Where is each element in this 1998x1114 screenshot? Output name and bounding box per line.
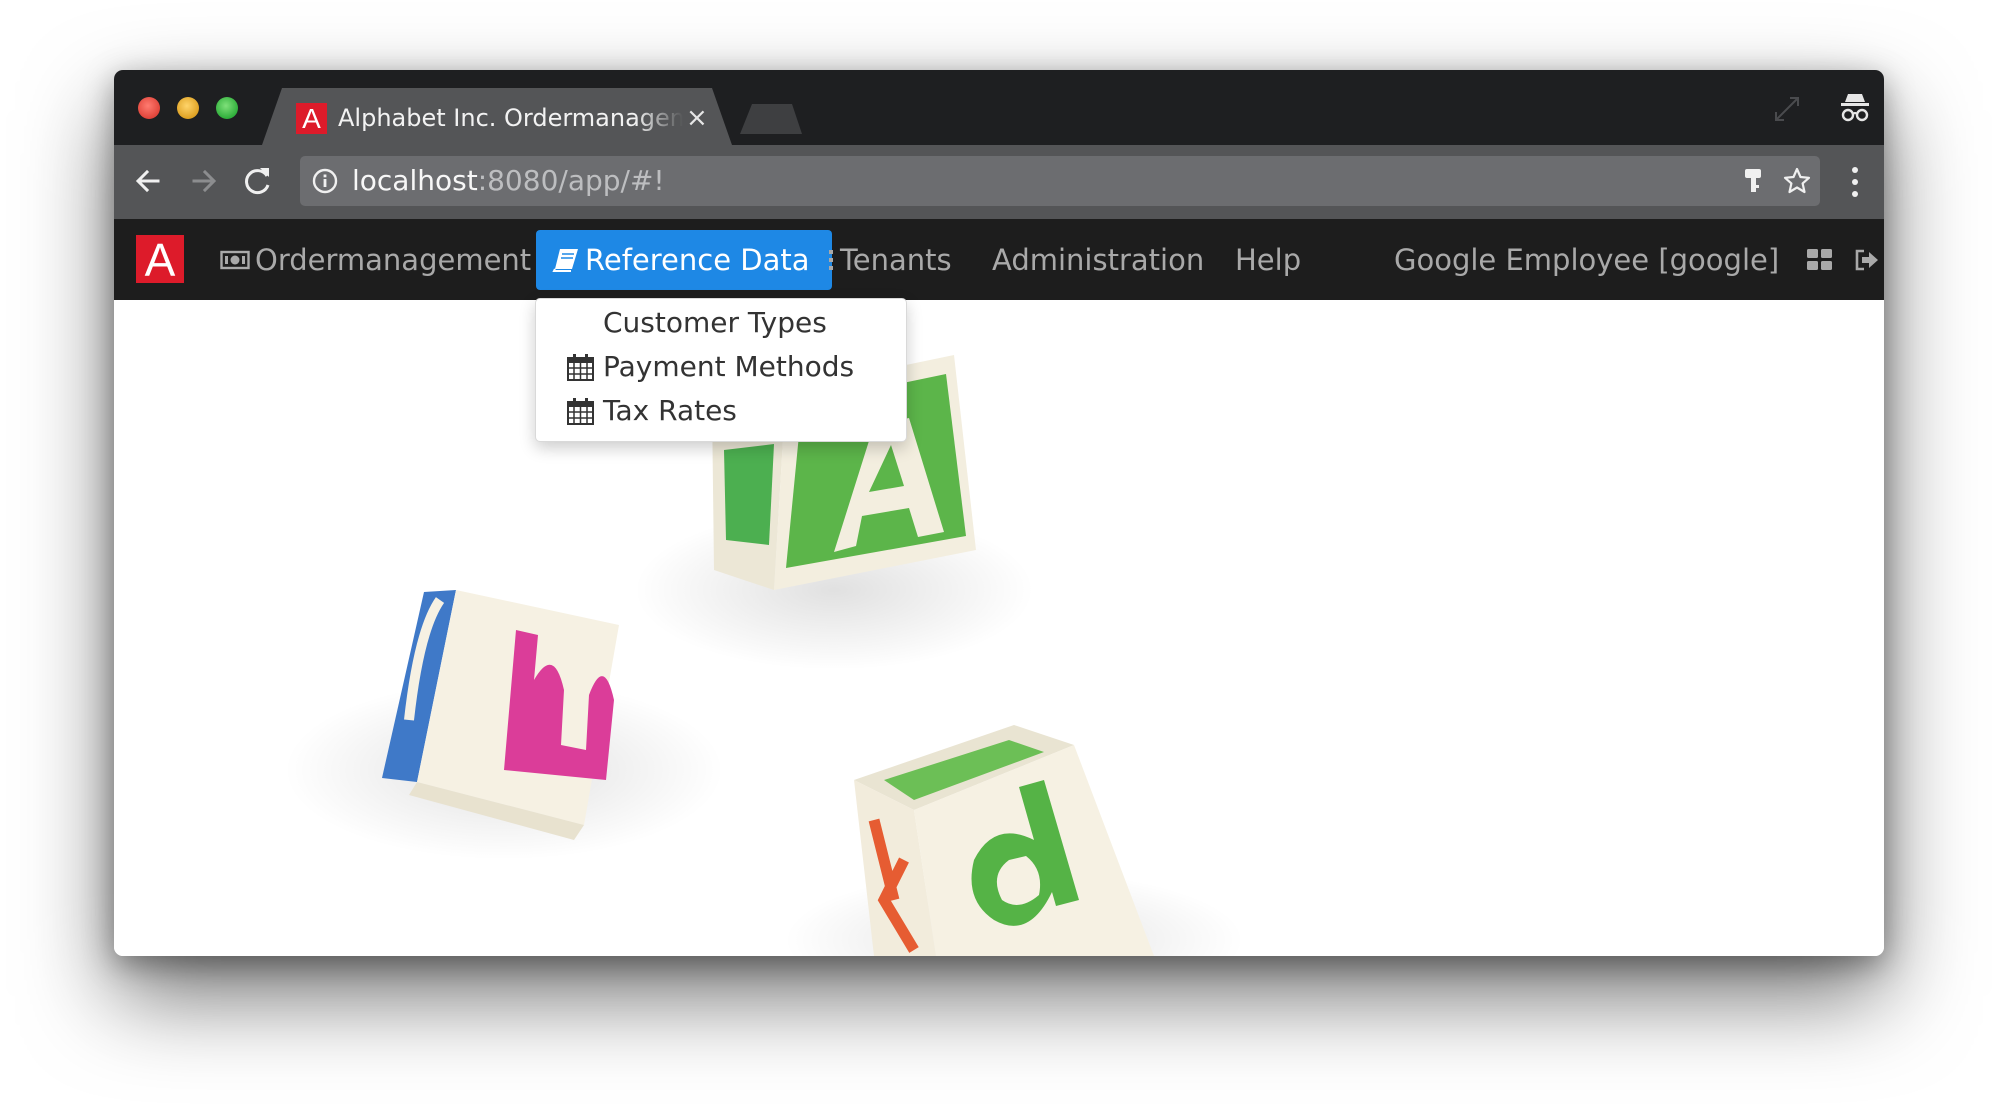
key-icon[interactable] bbox=[1740, 167, 1766, 195]
maximize-window-button[interactable] bbox=[216, 97, 238, 119]
nav-administration-label: Administration bbox=[992, 243, 1205, 277]
app-navbar: A Ordermanagement Reference Data Tenants… bbox=[114, 219, 1884, 300]
forward-arrow-icon bbox=[192, 169, 217, 193]
browser-tab[interactable]: A Alphabet Inc. Ordermanagement × bbox=[262, 88, 732, 145]
menu-item-customer-types[interactable]: Customer Types bbox=[566, 303, 827, 343]
reload-icon bbox=[245, 168, 270, 195]
close-window-button[interactable] bbox=[138, 97, 160, 119]
url-text[interactable]: localhost:8080/app/#! bbox=[352, 164, 665, 198]
new-tab-button[interactable] bbox=[740, 104, 802, 134]
nav-help-label: Help bbox=[1235, 243, 1302, 277]
info-icon[interactable] bbox=[312, 168, 338, 194]
menu-item-label: Customer Types bbox=[603, 306, 827, 339]
main-content bbox=[114, 300, 1884, 956]
nav-tenants-label: Tenants bbox=[840, 243, 952, 277]
book-icon bbox=[552, 249, 578, 272]
money-icon bbox=[220, 250, 250, 270]
nav-help[interactable]: Help bbox=[1235, 230, 1301, 290]
star-icon[interactable] bbox=[1782, 166, 1812, 196]
menu-icon[interactable] bbox=[1848, 164, 1862, 200]
url-path: :8080/app/#! bbox=[477, 164, 665, 197]
menu-item-icon-placeholder bbox=[566, 309, 595, 338]
incognito-icon bbox=[1841, 94, 1869, 122]
tab-close-icon[interactable]: × bbox=[686, 101, 708, 135]
calendar-icon bbox=[567, 353, 594, 381]
reload-button[interactable] bbox=[236, 159, 280, 203]
back-arrow-icon bbox=[135, 169, 160, 193]
logout-icon[interactable] bbox=[1854, 248, 1880, 272]
url-host: localhost bbox=[352, 164, 478, 197]
address-bar[interactable]: localhost:8080/app/#! bbox=[300, 156, 1820, 206]
tab-title: Alphabet Inc. Ordermanagement bbox=[338, 104, 683, 132]
menu-item-label: Tax Rates bbox=[603, 394, 737, 427]
browser-window: A Alphabet Inc. Ordermanagement × bbox=[114, 70, 1884, 956]
user-name: Google Employee [google] bbox=[1394, 243, 1780, 277]
back-button[interactable] bbox=[126, 159, 170, 203]
sync-icon[interactable] bbox=[1772, 94, 1802, 124]
nav-administration[interactable]: Administration bbox=[992, 230, 1204, 290]
ellipsis-vertical-icon bbox=[829, 250, 833, 270]
block-d bbox=[854, 725, 1154, 956]
nav-ordermanagement-label: Ordermanagement bbox=[255, 243, 532, 277]
brand-logo[interactable]: A bbox=[136, 235, 184, 285]
menu-item-label: Payment Methods bbox=[603, 350, 855, 383]
alphabet-blocks-image bbox=[284, 355, 1244, 956]
nav-reference-data-label: Reference Data bbox=[585, 243, 810, 277]
calendar-icon bbox=[567, 397, 594, 425]
nav-user[interactable]: Google Employee [google] bbox=[1394, 230, 1779, 290]
apps-grid-icon[interactable] bbox=[1807, 249, 1833, 271]
reference-data-dropdown: Customer Types Payment Methods Tax Rates bbox=[535, 298, 907, 442]
forward-button[interactable] bbox=[182, 159, 226, 203]
nav-ordermanagement[interactable]: Ordermanagement bbox=[220, 230, 531, 290]
menu-item-tax-rates[interactable]: Tax Rates bbox=[566, 391, 737, 431]
browser-toolbar: localhost:8080/app/#! bbox=[114, 145, 1884, 219]
nav-tenants[interactable]: Tenants bbox=[827, 230, 952, 290]
minimize-window-button[interactable] bbox=[177, 97, 199, 119]
menu-item-payment-methods[interactable]: Payment Methods bbox=[566, 347, 854, 387]
tab-favicon: A bbox=[296, 103, 327, 134]
nav-reference-data[interactable]: Reference Data bbox=[536, 230, 832, 290]
tab-strip: A Alphabet Inc. Ordermanagement × bbox=[114, 70, 1884, 145]
